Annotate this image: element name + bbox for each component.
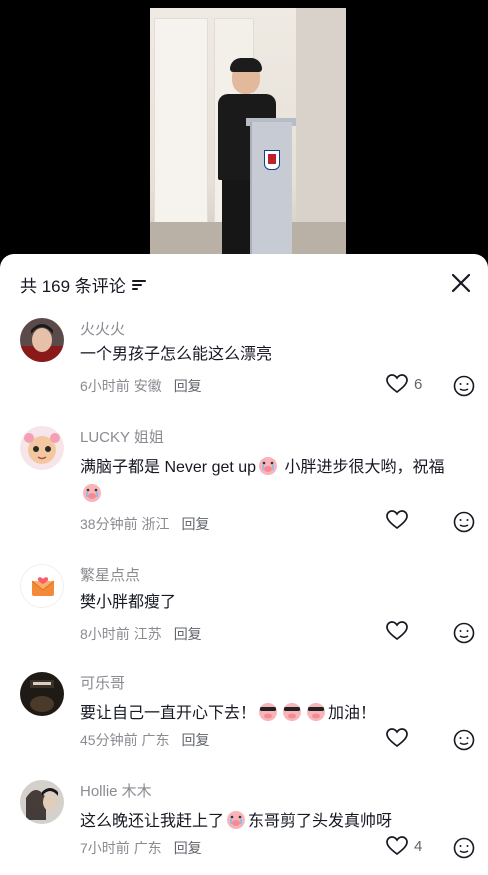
comments-title-row[interactable]: 共 169 条评论 [20,272,146,297]
comment-item: 可乐哥 要让自己一直开心下去！ 加油！ 45分钟前 广东 回复 [0,672,488,752]
comments-header: 共 169 条评论 [0,254,488,312]
comment-time-location: 7小时前 广东 [80,840,162,856]
reply-button[interactable]: 回复 [174,624,202,644]
comment-item: Hollie 木木 这么晚还让我赶上了 东哥剪了头发真帅呀 7小时前 广东 回复 … [0,780,488,860]
cool-pig-emoji-icon [307,703,326,721]
crying-pig-emoji-icon [83,484,101,502]
crying-pig-emoji-icon [227,811,246,829]
reply-button[interactable]: 回复 [174,838,202,858]
video-player[interactable] [0,0,488,260]
like-button[interactable] [386,728,414,748]
heart-icon [386,621,408,641]
comments-count-title: 共 169 条评论 [20,277,126,296]
wall [296,8,346,258]
avatar[interactable] [20,426,64,470]
comment-time-location: 38分钟前 浙江 [80,516,170,532]
comment-text: 要让自己一直开心下去！ 加油！ [80,700,472,727]
comment-author[interactable]: 火火火 [80,318,125,339]
emoji-reaction-icon[interactable] [453,622,475,644]
like-button[interactable]: 6 [386,374,422,394]
podium [250,122,292,256]
cool-pig-emoji-icon [283,703,302,721]
video-frame [150,8,346,258]
reply-button[interactable]: 回复 [181,730,209,750]
comment-author[interactable]: Hollie 木木 [80,780,152,801]
emoji-reaction-icon[interactable] [453,511,475,533]
comment-text: 这么晚还让我赶上了 东哥剪了头发真帅呀 [80,808,472,835]
comment-item: 火火火 一个男孩子怎么能这么漂亮 6小时前 安徽 回复 6 [0,318,488,408]
comment-author[interactable]: 可乐哥 [80,672,125,693]
cool-pig-emoji-icon [259,703,278,721]
heart-icon [386,728,408,748]
comment-meta: 38分钟前 浙江 回复 [80,514,209,534]
comment-meta: 7小时前 广东 回复 [80,838,202,858]
comment-time-location: 45分钟前 广东 [80,732,170,748]
avatar[interactable] [20,672,64,716]
screen: 共 169 条评论 火火火 一个男孩子怎么能这么漂亮 6小时前 安徽 回复 6 … [0,0,488,875]
like-button[interactable]: 4 [386,836,422,856]
comment-time-location: 8小时前 江苏 [80,626,162,642]
comment-text: 一个男孩子怎么能这么漂亮 [80,346,273,363]
reply-button[interactable]: 回复 [181,514,209,534]
heart-icon [386,510,408,530]
comment-author[interactable]: LUCKY 姐姐 [80,426,164,447]
avatar[interactable] [20,318,64,362]
avatar[interactable] [20,564,64,608]
like-count: 6 [414,375,423,393]
close-icon[interactable] [448,270,474,296]
crying-pig-emoji-icon [259,457,278,475]
comment-meta: 8小时前 江苏 回复 [80,624,202,644]
reply-button[interactable]: 回复 [174,376,202,396]
filter-icon[interactable] [131,279,146,291]
comment-text: 樊小胖都瘦了 [80,594,177,611]
door [154,18,208,230]
comments-sheet: 共 169 条评论 火火火 一个男孩子怎么能这么漂亮 6小时前 安徽 回复 6 … [0,254,488,875]
like-button[interactable] [386,621,414,641]
comment-text: 满脑子都是 Never get up 小胖进步很大哟，祝福 [80,454,472,508]
podium-crest [264,150,280,170]
avatar[interactable] [20,780,64,824]
emoji-reaction-icon[interactable] [453,375,475,397]
comment-item: 繁星点点 樊小胖都瘦了 8小时前 江苏 回复 [0,564,488,644]
emoji-reaction-icon[interactable] [453,837,475,859]
speaker-hair [230,58,262,72]
like-button[interactable] [386,510,414,530]
comment-author[interactable]: 繁星点点 [80,564,140,585]
comment-meta: 6小时前 安徽 回复 [80,376,202,396]
comment-item: LUCKY 姐姐 满脑子都是 Never get up 小胖进步很大哟，祝福 3… [0,426,488,536]
comment-meta: 45分钟前 广东 回复 [80,730,209,750]
like-count: 4 [414,837,423,855]
heart-icon [386,836,408,856]
emoji-reaction-icon[interactable] [453,729,475,751]
heart-icon [386,374,408,394]
comment-time-location: 6小时前 安徽 [80,378,162,394]
